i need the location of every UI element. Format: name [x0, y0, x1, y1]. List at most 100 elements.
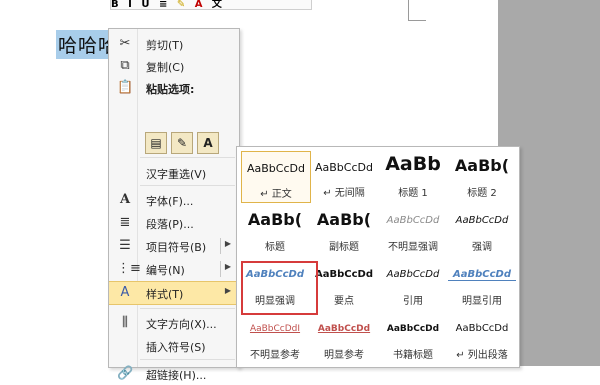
style-preview: AaBb( — [247, 210, 303, 229]
style-emphasis[interactable]: AaBbCcDd 强调 — [448, 205, 516, 255]
style-list-paragraph[interactable]: AaBbCcDd ↵ 列出段落 — [448, 313, 516, 363]
menu-item-cut[interactable]: ✂ 剪切(T) — [109, 33, 237, 55]
bold-button[interactable]: B — [111, 0, 119, 9]
style-preview: AaBbCcDd — [455, 323, 509, 334]
menu-item-reconvert[interactable]: 汉字重选(V) — [109, 162, 237, 184]
style-name: 要点 — [334, 296, 354, 307]
hyperlink-globe-icon: 🔗 — [117, 366, 134, 381]
style-strong[interactable]: AaBbCcDd 要点 — [310, 259, 378, 309]
menu-separator — [140, 157, 235, 158]
menu-item-paragraph-label: 段落(P)... — [146, 218, 194, 231]
text-direction-icon: ⫼ — [122, 315, 128, 330]
style-name: 标题 1 — [398, 188, 428, 199]
paste-text-only-button[interactable]: A — [197, 132, 219, 154]
style-name: 强调 — [472, 242, 492, 253]
style-title[interactable]: AaBb( 标题 — [241, 205, 309, 255]
menu-item-insert-symbol-label: 插入符号(S) — [146, 341, 206, 354]
style-name: 标题 — [265, 242, 285, 253]
style-heading-2[interactable]: AaBb( 标题 2 — [448, 151, 516, 201]
style-preview: AaBbCcDd — [386, 324, 440, 334]
style-book-title[interactable]: AaBbCcDd 书籍标题 — [379, 313, 447, 363]
highlight-button[interactable]: ✎ — [177, 0, 185, 9]
menu-item-bullets[interactable]: ☰ 项目符号(B) ▶ — [109, 235, 237, 257]
submenu-arrow-icon: ▶ — [224, 239, 231, 248]
menu-separator — [140, 359, 235, 360]
style-name: 明显参考 — [324, 350, 364, 361]
menu-item-reconvert-label: 汉字重选(V) — [146, 168, 207, 181]
paste-merge-formatting-button[interactable]: ✎ — [171, 132, 193, 154]
font-icon: A — [119, 192, 131, 207]
style-gallery: AaBbCcDd ↵ 正文 AaBbCcDd ↵ 无间隔 AaBb 标题 1 A… — [236, 146, 520, 368]
highlight-callout-box — [241, 261, 318, 315]
menu-item-styles-label: 样式(T) — [146, 288, 184, 301]
menu-item-copy[interactable]: ⧉ 复制(C) — [109, 55, 237, 77]
bullet-list-icon: ☰ — [119, 238, 131, 253]
style-preview: AaBbCcDd — [448, 269, 516, 281]
style-normal[interactable]: AaBbCcDd ↵ 正文 — [241, 151, 311, 203]
scissors-icon: ✂ — [119, 36, 131, 51]
style-intense-reference[interactable]: AaBbCcDd 明显参考 — [310, 313, 378, 363]
style-name: 副标题 — [329, 242, 359, 253]
style-subtle-reference[interactable]: AaBbCcDdI 不明显参考 — [241, 313, 309, 363]
style-name: ↵ 无间隔 — [323, 188, 365, 199]
underline-button[interactable]: U — [141, 0, 149, 9]
margin-mark-bottom — [408, 20, 426, 21]
style-subtitle[interactable]: AaBb( 副标题 — [310, 205, 378, 255]
paste-text-only-label: A — [203, 136, 213, 150]
style-preview: AaBb( — [316, 210, 372, 229]
menu-item-hyperlink-label: 超链接(H)... — [146, 369, 207, 382]
menu-section-paste-options: 📋 粘贴选项: — [109, 77, 237, 99]
style-name: 不明显强调 — [388, 242, 438, 253]
italic-button[interactable]: I — [128, 0, 132, 9]
menu-item-styles[interactable]: A 样式(T) ▶ — [109, 281, 237, 305]
style-preview: AaBbCcDdI — [249, 324, 301, 334]
style-name: 标题 2 — [467, 188, 497, 199]
menu-item-numbering-label: 编号(N) — [146, 264, 185, 277]
style-subtle-emphasis[interactable]: AaBbCcDd 不明显强调 — [379, 205, 447, 255]
phonetic-button[interactable]: 文 — [212, 0, 222, 9]
menu-item-insert-symbol[interactable]: 插入符号(S) — [109, 335, 237, 357]
menu-item-text-direction[interactable]: ⫼ 文字方向(X)... — [109, 312, 237, 334]
style-preview: AaBbCcDd — [386, 269, 440, 280]
split-divider — [220, 261, 221, 277]
menu-item-hyperlink[interactable]: 🔗 超链接(H)... — [109, 363, 237, 385]
paragraph-icon: ≣ — [119, 215, 131, 230]
submenu-arrow-icon: ▶ — [224, 262, 231, 271]
copy-icon: ⧉ — [120, 58, 130, 73]
font-color-button[interactable]: A — [195, 0, 203, 9]
style-no-spacing[interactable]: AaBbCcDd ↵ 无间隔 — [310, 151, 378, 201]
clipboard-icon: 📋 — [117, 80, 134, 95]
style-name: 明显引用 — [462, 296, 502, 307]
paste-merge-icon: ✎ — [176, 136, 188, 150]
menu-item-font-label: 字体(F)... — [146, 195, 194, 208]
style-preview: AaBb( — [454, 156, 510, 175]
mini-toolbar: B I U ≡ ✎ A 文 — [110, 0, 312, 10]
menu-item-copy-label: 复制(C) — [146, 61, 185, 74]
style-name: ↵ 正文 — [260, 189, 292, 200]
styles-icon: A — [120, 285, 130, 300]
context-menu: ✂ 剪切(T) ⧉ 复制(C) 📋 粘贴选项: ▤ ✎ A 汉字重选(V) A … — [108, 28, 240, 382]
style-name: ↵ 列出段落 — [456, 350, 508, 361]
menu-item-text-direction-label: 文字方向(X)... — [146, 318, 217, 331]
menu-item-font[interactable]: A 字体(F)... — [109, 189, 237, 211]
margin-mark-top — [408, 0, 409, 20]
style-preview: AaBb — [385, 153, 441, 175]
style-preview: AaBbCcDd — [315, 269, 373, 280]
menu-item-paragraph[interactable]: ≣ 段落(P)... — [109, 212, 237, 234]
style-name: 书籍标题 — [393, 350, 433, 361]
split-divider — [220, 238, 221, 254]
menu-item-bullets-label: 项目符号(B) — [146, 241, 207, 254]
numbered-list-icon: ⋮≡ — [117, 261, 141, 276]
style-intense-quote[interactable]: AaBbCcDd 明显引用 — [448, 259, 516, 309]
style-preview: AaBbCcDd — [317, 324, 371, 334]
menu-separator — [140, 308, 235, 309]
style-name: 不明显参考 — [250, 350, 300, 361]
menu-item-numbering[interactable]: ⋮≡ 编号(N) ▶ — [109, 258, 237, 280]
style-heading-1[interactable]: AaBb 标题 1 — [379, 151, 447, 201]
paste-keep-formatting-button[interactable]: ▤ — [145, 132, 167, 154]
style-name: 引用 — [403, 296, 423, 307]
style-quote[interactable]: AaBbCcDd 引用 — [379, 259, 447, 309]
paste-options-label: 粘贴选项: — [146, 83, 195, 96]
style-preview: AaBbCcDd — [386, 215, 440, 226]
align-button[interactable]: ≡ — [159, 0, 167, 9]
